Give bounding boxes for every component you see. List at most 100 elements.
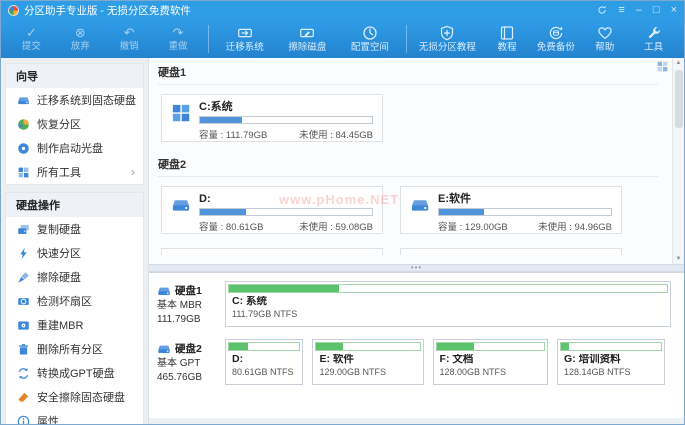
partition-card-c[interactable]: C:系统 容量 : 111.79GB 未使用 : 84.45GB — [161, 94, 383, 142]
sidebar-item-secure-erase-ssd[interactable]: 安全擦除固态硬盘 — [6, 385, 143, 409]
undo-button[interactable]: ↶ 撤销 — [105, 26, 154, 52]
commit-button[interactable]: ✓ 提交 — [7, 26, 56, 52]
copy-disk-icon — [17, 223, 30, 236]
partition-detail: 129.00GB NTFS — [319, 367, 420, 377]
menu-icon[interactable]: ≡ — [618, 5, 624, 16]
capacity-label: 容量 : 80.61GB — [199, 219, 263, 233]
drive-icon — [171, 195, 191, 215]
partition-label: F: 文档 — [440, 354, 546, 365]
used-space-bar — [315, 342, 420, 351]
shield-plus-icon — [439, 25, 455, 41]
sidebar-item-quick-partition[interactable]: 快速分区 — [6, 241, 143, 265]
maximize-icon[interactable]: □ — [653, 5, 660, 16]
panel-splitter[interactable]: ••• — [149, 264, 684, 272]
section-header-wizard: 向导 — [6, 64, 143, 88]
usage-bar — [199, 116, 373, 124]
window-title: 分区助手专业版 - 无损分区免费软件 — [24, 3, 191, 18]
disk-type: 基本 GPT — [157, 358, 219, 370]
minimize-icon[interactable]: – — [636, 5, 642, 16]
free-label: 未使用 : 84.45GB — [299, 127, 373, 141]
sidebar-item-make-boot-disc[interactable]: 制作启动光盘 — [6, 136, 143, 160]
sidebar-item-recover-partition[interactable]: 恢复分区 — [6, 112, 143, 136]
partition-block-c[interactable]: C: 系统 111.79GB NTFS — [225, 281, 671, 327]
used-space-bar — [560, 342, 662, 351]
allocate-space-button[interactable]: 配置空间 — [339, 25, 402, 53]
partition-block-d[interactable]: D: 80.61GB NTFS — [225, 339, 303, 385]
partition-label: C: 系统 — [232, 296, 668, 307]
partition-card-e[interactable]: E:软件 容量 : 129.00GB 未使用 : 94.96GB — [400, 186, 622, 234]
disk-cards-panel: 硬盘1 C:系统 容量 : 111.79GB 未使用 : 84.45GB — [149, 58, 684, 264]
disk2-info[interactable]: 硬盘2 基本 GPT 465.76GB — [157, 339, 219, 385]
close-icon[interactable]: × — [671, 5, 677, 16]
wipe-disk-button[interactable]: 擦除磁盘 — [276, 25, 339, 53]
partition-card-partial[interactable] — [161, 248, 383, 255]
cancel-icon: ⊗ — [75, 26, 86, 40]
partition-block-e[interactable]: E: 软件 129.00GB NTFS — [312, 339, 423, 385]
lossless-tutorial-button[interactable]: 无损分区教程 — [412, 25, 482, 53]
lightning-icon — [17, 247, 30, 260]
pie-icon — [17, 118, 30, 131]
sidebar-item-properties[interactable]: 属性 — [6, 409, 143, 425]
drive-icon — [157, 342, 171, 356]
discard-button[interactable]: ⊗ 放弃 — [56, 26, 105, 52]
disk-map-panel: 硬盘1 基本 MBR 111.79GB C: 系统 111.79GB NTFS — [149, 272, 684, 418]
toolbar: ✓ 提交 ⊗ 放弃 ↶ 撤销 ↷ 重做 迁移系统 擦除磁盘 配置空间 — [1, 19, 684, 58]
title-bar: 分区助手专业版 - 无损分区免费软件 ≡ – □ × — [1, 1, 684, 19]
tools-button[interactable]: 工具 — [629, 25, 678, 53]
partition-card-d[interactable]: D: 容量 : 80.61GB 未使用 : 59.08GB — [161, 186, 383, 234]
scroll-down-icon[interactable]: ▼ — [676, 254, 682, 264]
migrate-system-button[interactable]: 迁移系统 — [214, 25, 277, 53]
sidebar-item-check-bad-sectors[interactable]: 检测坏扇区 — [6, 289, 143, 313]
disk1-info[interactable]: 硬盘1 基本 MBR 111.79GB — [157, 281, 219, 327]
free-backup-button[interactable]: 免费备份 — [531, 25, 580, 53]
tutorial-button[interactable]: 教程 — [483, 25, 532, 53]
partition-label: G: 培训资料 — [564, 354, 662, 365]
divider — [158, 176, 658, 177]
partition-label: E: 软件 — [319, 354, 420, 365]
toolbar-separator — [406, 25, 407, 53]
view-toggle-icon[interactable] — [656, 60, 669, 73]
scrollbar-thumb[interactable] — [675, 70, 683, 128]
vertical-scrollbar[interactable]: ▲ ▼ — [672, 58, 684, 264]
partition-name: E:软件 — [438, 193, 612, 205]
disk2-row: 硬盘2 基本 GPT 465.76GB D: 80.61GB NTFS — [157, 339, 671, 385]
sidebar-item-convert-to-gpt[interactable]: 转换成GPT硬盘 — [6, 361, 143, 385]
rebuild-mbr-icon — [17, 319, 30, 332]
grid-icon — [17, 166, 30, 179]
disk-size: 111.79GB — [157, 314, 219, 326]
sidebar-item-copy-disk[interactable]: 复制硬盘 — [6, 217, 143, 241]
window-controls: ≡ – □ × — [597, 5, 677, 16]
partition-card-partial[interactable] — [400, 248, 622, 255]
sidebar-item-all-tools[interactable]: 所有工具 › — [6, 160, 143, 184]
sidebar-item-rebuild-mbr[interactable]: 重建MBR — [6, 313, 143, 337]
partition-block-g[interactable]: G: 培训资料 128.14GB NTFS — [557, 339, 665, 385]
drive-icon — [157, 284, 171, 298]
main-area: 硬盘1 C:系统 容量 : 111.79GB 未使用 : 84.45GB — [149, 58, 684, 424]
partition-detail: 80.61GB NTFS — [232, 367, 300, 377]
redo-button[interactable]: ↷ 重做 — [154, 26, 203, 52]
partition-label: D: — [232, 354, 300, 365]
usage-bar — [438, 208, 612, 216]
sidebar-item-migrate-to-ssd[interactable]: 迁移系统到固态硬盘 — [6, 88, 143, 112]
heart-icon — [597, 25, 613, 41]
sidebar-section-wizard: 向导 迁移系统到固态硬盘 恢复分区 制作启动光盘 所有工具 › — [5, 63, 144, 185]
disc-icon — [17, 142, 30, 155]
help-button[interactable]: 帮助 — [580, 25, 629, 53]
eraser-icon — [17, 391, 30, 404]
drive-icon — [410, 195, 430, 215]
refresh-icon[interactable] — [597, 5, 607, 15]
redo-icon: ↷ — [173, 26, 184, 40]
used-space-bar — [436, 342, 546, 351]
partition-name: D: — [199, 193, 373, 205]
trash-icon — [17, 343, 30, 356]
capacity-label: 容量 : 111.79GB — [199, 127, 267, 141]
partition-block-f[interactable]: F: 文档 128.00GB NTFS — [433, 339, 549, 385]
info-icon — [17, 415, 30, 425]
sidebar-item-delete-all-partitions[interactable]: 删除所有分区 — [6, 337, 143, 361]
scroll-up-icon[interactable]: ▲ — [676, 58, 682, 68]
section-header-disk-operations: 硬盘操作 — [6, 193, 143, 217]
used-space-bar — [228, 284, 668, 293]
wipe-disk-icon — [299, 25, 315, 41]
sidebar-item-wipe-disk[interactable]: 擦除硬盘 — [6, 265, 143, 289]
allocate-space-icon — [362, 25, 378, 41]
